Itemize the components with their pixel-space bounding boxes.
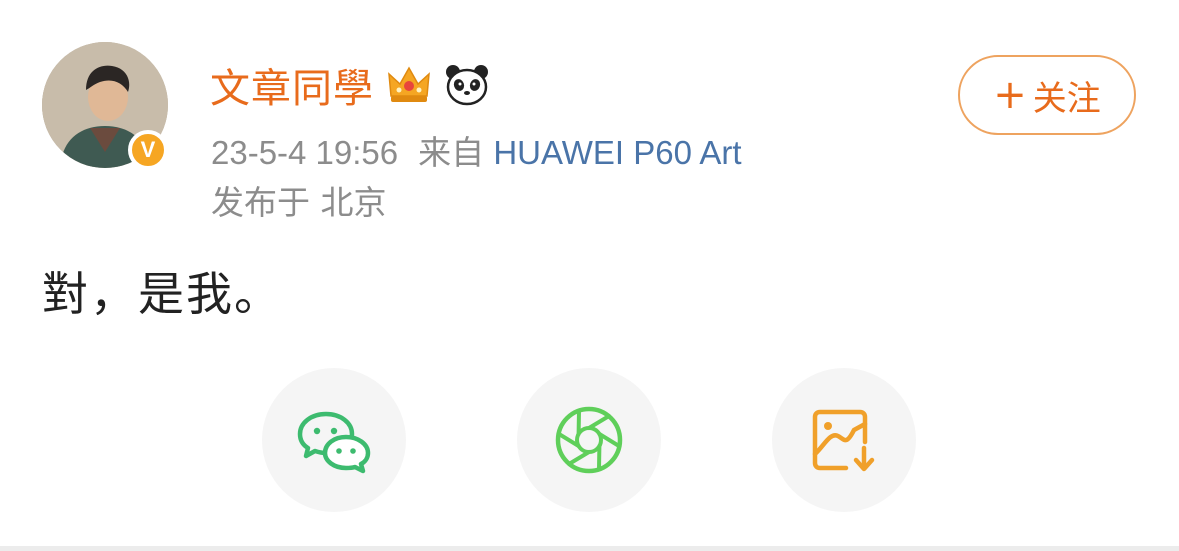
verified-badge-icon: V [128, 130, 168, 170]
share-moments-button[interactable] [517, 368, 661, 512]
plus-icon: + [993, 72, 1027, 118]
save-image-button[interactable] [772, 368, 916, 512]
divider [0, 546, 1179, 551]
save-image-icon [812, 409, 875, 472]
follow-label: 关注 [1032, 78, 1101, 119]
author-name[interactable]: 文章同學 [210, 56, 374, 114]
share-wechat-button[interactable] [262, 368, 406, 512]
follow-button[interactable]: + 关注 [958, 55, 1136, 135]
author-row: 文章同學 [210, 56, 490, 114]
device-link[interactable]: HUAWEI P60 Art [493, 134, 741, 171]
post-content: 對，是我。 [42, 267, 282, 321]
post-meta: 23-5-4 19:56 来自 HUAWEI P60 Art [211, 126, 742, 174]
crown-icon[interactable] [386, 62, 432, 108]
source-prefix: 来自 [418, 134, 485, 171]
wechat-icon [297, 411, 371, 474]
moments-icon [555, 406, 623, 474]
post-location: 发布于 北京 [211, 183, 387, 222]
post-time: 23-5-4 19:56 [211, 134, 399, 171]
verified-mark: V [140, 137, 156, 162]
panda-icon[interactable] [444, 62, 490, 108]
